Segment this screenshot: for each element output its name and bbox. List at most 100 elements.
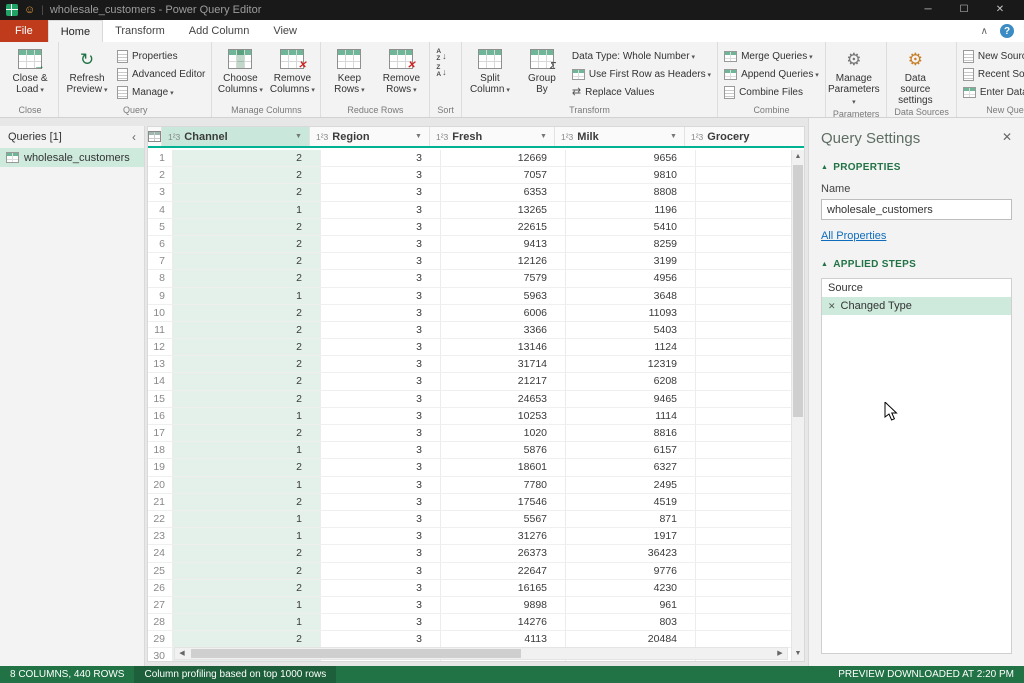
cell-grocery[interactable] [696, 580, 791, 596]
horizontal-scrollbar[interactable]: ◀ ▶ [174, 647, 788, 660]
keep-rows-button[interactable]: Keep Rows [324, 44, 374, 104]
cell-channel[interactable]: 2 [173, 150, 321, 166]
cell-region[interactable]: 3 [321, 597, 441, 613]
cell-milk[interactable]: 4519 [566, 494, 696, 510]
cell-channel[interactable]: 1 [173, 288, 321, 304]
cell-region[interactable]: 3 [321, 305, 441, 321]
row-number[interactable]: 19 [148, 459, 173, 475]
row-number[interactable]: 15 [148, 391, 173, 407]
cell-channel[interactable]: 2 [173, 373, 321, 389]
cell-region[interactable]: 3 [321, 408, 441, 424]
cell-fresh[interactable]: 3366 [441, 322, 566, 338]
cell-region[interactable]: 3 [321, 580, 441, 596]
row-number[interactable]: 6 [148, 236, 173, 252]
row-number[interactable]: 7 [148, 253, 173, 269]
row-number[interactable]: 1 [148, 150, 173, 166]
manage-parameters-button[interactable]: ⚙ Manage Parameters [829, 44, 879, 108]
column-header-grocery[interactable]: 1²3 Grocery ▼ [685, 127, 805, 146]
query-name-input[interactable] [821, 199, 1012, 220]
cell-channel[interactable]: 2 [173, 253, 321, 269]
cell-milk[interactable]: 11093 [566, 305, 696, 321]
row-number[interactable]: 14 [148, 373, 173, 389]
cell-fresh[interactable]: 26373 [441, 545, 566, 561]
cell-region[interactable]: 3 [321, 425, 441, 441]
row-number[interactable]: 11 [148, 322, 173, 338]
cell-milk[interactable]: 803 [566, 614, 696, 630]
cell-channel[interactable]: 2 [173, 580, 321, 596]
cell-grocery[interactable] [696, 494, 791, 510]
cell-region[interactable]: 3 [321, 614, 441, 630]
scroll-right-arrow-icon[interactable]: ▶ [774, 648, 786, 659]
cell-grocery[interactable] [696, 202, 791, 218]
cell-fresh[interactable]: 14276 [441, 614, 566, 630]
row-number[interactable]: 21 [148, 494, 173, 510]
row-number[interactable]: 18 [148, 442, 173, 458]
cell-grocery[interactable] [696, 288, 791, 304]
cell-region[interactable]: 3 [321, 563, 441, 579]
filter-dropdown-icon[interactable]: ▼ [411, 133, 426, 140]
row-number[interactable]: 4 [148, 202, 173, 218]
filter-dropdown-icon[interactable]: ▼ [536, 133, 551, 140]
close-panel-icon[interactable]: ✕ [1002, 130, 1012, 144]
cell-grocery[interactable] [696, 408, 791, 424]
remove-columns-button[interactable]: ✕ Remove Columns [267, 44, 317, 104]
ribbon-tab[interactable]: Home [48, 20, 103, 42]
collapse-pane-icon[interactable]: ‹ [132, 130, 136, 144]
table-menu-button[interactable] [148, 127, 162, 146]
cell-grocery[interactable] [696, 545, 791, 561]
cell-fresh[interactable]: 22615 [441, 219, 566, 235]
cell-channel[interactable]: 1 [173, 511, 321, 527]
cell-region[interactable]: 3 [321, 356, 441, 372]
split-column-button[interactable]: Split Column [465, 44, 515, 104]
delete-step-icon[interactable]: ✕ [828, 301, 836, 312]
cell-milk[interactable]: 4230 [566, 580, 696, 596]
cell-channel[interactable]: 2 [173, 631, 321, 647]
cell-region[interactable]: 3 [321, 184, 441, 200]
cell-fresh[interactable]: 13265 [441, 202, 566, 218]
ribbon-tab[interactable]: View [261, 20, 309, 42]
cell-milk[interactable]: 871 [566, 511, 696, 527]
merge-queries-button[interactable]: Merge Queries [721, 48, 822, 65]
cell-grocery[interactable] [696, 442, 791, 458]
cell-fresh[interactable]: 7780 [441, 477, 566, 493]
row-number[interactable]: 24 [148, 545, 173, 561]
cell-channel[interactable]: 2 [173, 219, 321, 235]
replace-values-button[interactable]: ⇄ Replace Values [569, 84, 714, 101]
cell-milk[interactable]: 12319 [566, 356, 696, 372]
cell-milk[interactable]: 9465 [566, 391, 696, 407]
cell-grocery[interactable] [696, 219, 791, 235]
column-header-channel[interactable]: 1²3 Channel ▼ [162, 127, 310, 146]
ribbon-tab[interactable]: Transform [103, 20, 177, 42]
cell-fresh[interactable]: 5567 [441, 511, 566, 527]
cell-milk[interactable]: 9810 [566, 167, 696, 183]
cell-grocery[interactable] [696, 563, 791, 579]
cell-fresh[interactable]: 18601 [441, 459, 566, 475]
maximize-button[interactable]: ☐ [946, 0, 982, 20]
cell-milk[interactable]: 36423 [566, 545, 696, 561]
properties-button[interactable]: Properties [114, 48, 208, 65]
cell-milk[interactable]: 4956 [566, 270, 696, 286]
cell-milk[interactable]: 6327 [566, 459, 696, 475]
cell-fresh[interactable]: 16165 [441, 580, 566, 596]
cell-milk[interactable]: 8816 [566, 425, 696, 441]
cell-fresh[interactable]: 31276 [441, 528, 566, 544]
manage-button[interactable]: Manage [114, 84, 208, 101]
cell-grocery[interactable] [696, 597, 791, 613]
cell-milk[interactable]: 8259 [566, 236, 696, 252]
applied-steps-section-header[interactable]: ▲ APPLIED STEPS [821, 259, 1012, 270]
cell-grocery[interactable] [696, 236, 791, 252]
cell-fresh[interactable]: 4113 [441, 631, 566, 647]
cell-region[interactable]: 3 [321, 288, 441, 304]
cell-region[interactable]: 3 [321, 373, 441, 389]
cell-fresh[interactable]: 21217 [441, 373, 566, 389]
recent-sources-button[interactable]: Recent Sources [960, 66, 1024, 83]
ribbon-tab[interactable]: Add Column [177, 20, 262, 42]
cell-fresh[interactable]: 31714 [441, 356, 566, 372]
cell-channel[interactable]: 2 [173, 167, 321, 183]
cell-channel[interactable]: 2 [173, 322, 321, 338]
use-first-row-as-headers-button[interactable]: Use First Row as Headers [569, 66, 714, 83]
cell-fresh[interactable]: 9413 [441, 236, 566, 252]
collapse-ribbon-icon[interactable]: ∧ [981, 26, 988, 37]
cell-fresh[interactable]: 5963 [441, 288, 566, 304]
cell-region[interactable]: 3 [321, 167, 441, 183]
